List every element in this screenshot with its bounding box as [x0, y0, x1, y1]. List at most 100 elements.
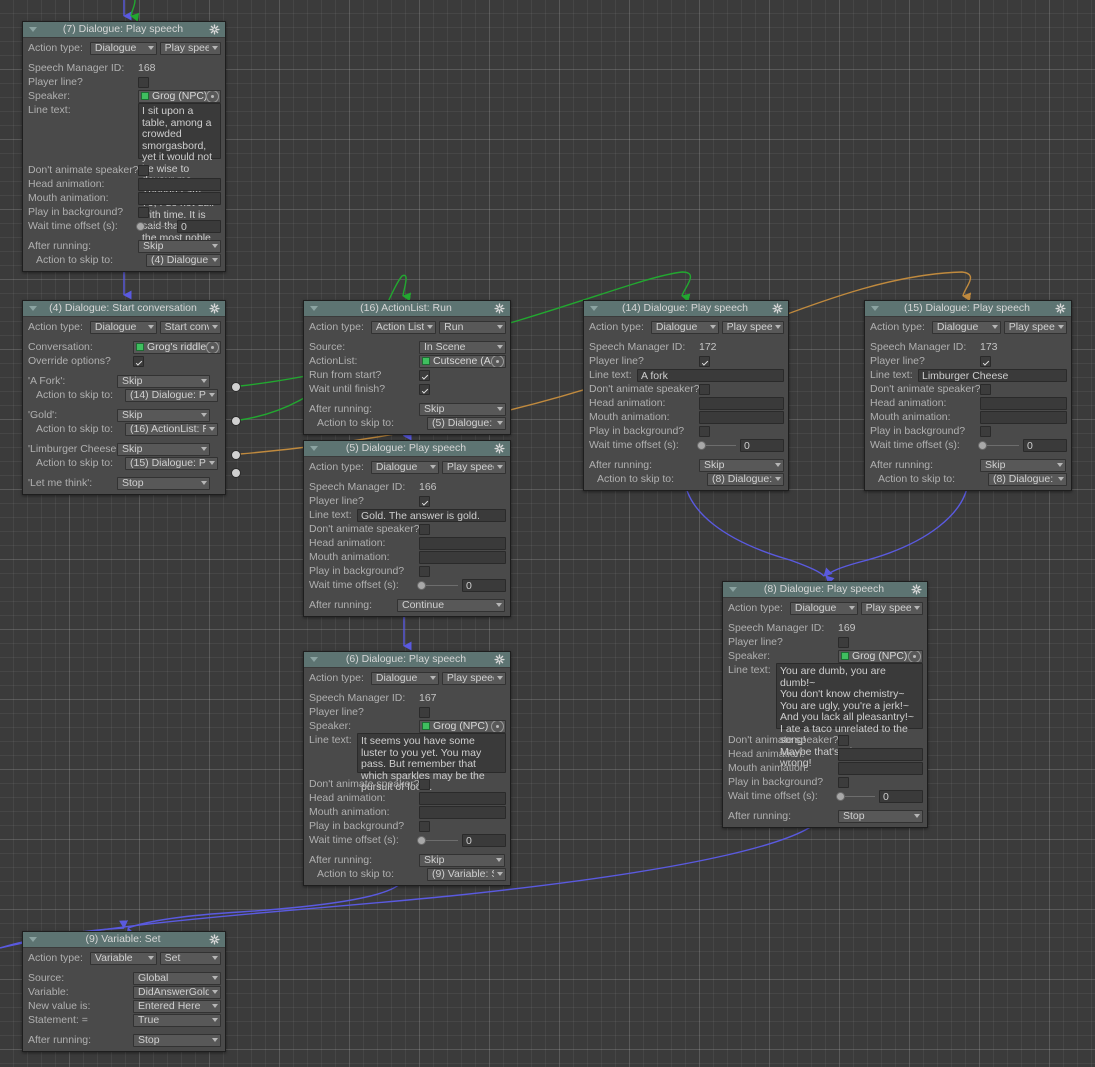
dont-animate-speaker-checkbox[interactable] — [980, 383, 991, 395]
field-head-animation[interactable]: Head animation: — [870, 396, 1067, 410]
option-skip-row-2[interactable]: Action to skip to: (15) Dialogue: Pla — [28, 456, 221, 470]
node-4[interactable]: (4) Dialogue: Start conversation Action … — [22, 300, 226, 495]
action-type-dropdown[interactable]: Dialogue — [931, 320, 1001, 334]
object-picker-icon[interactable] — [908, 650, 921, 662]
action-type-dropdown[interactable]: Dialogue — [89, 320, 157, 334]
object-picker-icon[interactable] — [206, 90, 219, 102]
mouth-animation-input[interactable] — [838, 761, 923, 775]
statement-dropdown[interactable]: True — [133, 1013, 221, 1027]
after-running-dropdown[interactable]: Continue — [397, 598, 505, 612]
node-header[interactable]: (14) Dialogue: Play speech — [584, 301, 788, 317]
object-picker-icon[interactable] — [206, 341, 219, 353]
node-6[interactable]: (6) Dialogue: Play speech Action type: D… — [303, 651, 511, 886]
field-player-line[interactable]: Player line? — [28, 75, 221, 89]
wait-until-finish-checkbox[interactable] — [419, 383, 430, 395]
field-mouth-animation[interactable]: Mouth animation: — [309, 550, 506, 564]
action-to-skip-to-dropdown[interactable]: (4) Dialogue: Star — [146, 253, 221, 267]
field-line-text[interactable]: Line text: Gold. The answer is gold. — [309, 508, 506, 522]
action-subtype-dropdown[interactable]: Play speech — [159, 41, 221, 55]
node-header[interactable]: (7) Dialogue: Play speech — [23, 22, 225, 38]
field-after-running[interactable]: After running: Skip — [309, 402, 506, 416]
after-running-dropdown[interactable]: Stop — [838, 809, 923, 823]
head-animation-input[interactable] — [138, 177, 221, 191]
field-wait-time-offset[interactable]: Wait time offset (s): 0 — [28, 219, 221, 233]
wait-time-offset-input[interactable]: 0 — [879, 789, 923, 803]
option-skip-to-dropdown[interactable]: (15) Dialogue: Pla — [125, 456, 218, 470]
collapse-triangle-icon[interactable] — [590, 306, 598, 311]
gear-icon[interactable] — [494, 303, 505, 314]
option-after-running-dropdown[interactable]: Stop — [117, 476, 210, 490]
field-source[interactable]: Source: Global — [28, 971, 221, 985]
action-type-dropdown[interactable]: Variable — [89, 951, 157, 965]
source-dropdown[interactable]: Global — [133, 971, 221, 985]
node-9[interactable]: (9) Variable: Set Action type: Variable … — [22, 931, 226, 1052]
play-in-background-checkbox[interactable] — [419, 820, 430, 832]
node-header[interactable]: (16) ActionList: Run — [304, 301, 510, 317]
field-statement[interactable]: Statement: = True — [28, 1013, 221, 1027]
play-in-background-checkbox[interactable] — [699, 425, 710, 437]
action-subtype-dropdown[interactable]: Play speech — [1003, 320, 1067, 334]
after-running-dropdown[interactable]: Skip — [980, 458, 1066, 472]
node-8[interactable]: (8) Dialogue: Play speech Action type: D… — [722, 581, 928, 828]
action-type-dropdown[interactable]: Dialogue — [650, 320, 719, 334]
field-run-from-start[interactable]: Run from start? — [309, 368, 506, 382]
speaker-object-field[interactable]: Grog (NPC) — [419, 719, 506, 733]
field-line-text[interactable]: Line text: It seems you have some luster… — [309, 733, 506, 793]
dont-animate-speaker-checkbox[interactable] — [419, 778, 430, 790]
field-action-type[interactable]: Action type: Action List Run — [309, 320, 506, 334]
option-skip-to-dropdown[interactable]: (16) ActionList: Ru — [125, 422, 218, 436]
actionlist-object-field[interactable]: Cutscene (AC_T — [419, 354, 506, 368]
field-action-type[interactable]: Action type: Dialogue Play speech — [589, 320, 784, 334]
mouth-animation-input[interactable] — [699, 410, 784, 424]
mouth-animation-input[interactable] — [138, 191, 221, 205]
node-header[interactable]: (4) Dialogue: Start conversation — [23, 301, 225, 317]
field-dont-animate-speaker[interactable]: Don't animate speaker? — [728, 733, 923, 747]
player-line-checkbox[interactable] — [419, 495, 430, 507]
field-head-animation[interactable]: Head animation: — [309, 791, 506, 805]
field-after-running[interactable]: After running: Stop — [728, 809, 923, 823]
line-text-input[interactable]: A fork — [637, 368, 784, 382]
node-5[interactable]: (5) Dialogue: Play speech Action type: D… — [303, 440, 511, 617]
field-line-text[interactable]: Line text: I sit upon a table, among a c… — [28, 103, 221, 255]
conversation-object-field[interactable]: Grog's riddle (Co — [133, 340, 221, 354]
wait-time-offset-input[interactable]: 0 — [462, 833, 506, 847]
action-type-dropdown[interactable]: Dialogue — [789, 601, 858, 615]
field-player-line[interactable]: Player line? — [309, 494, 506, 508]
action-subtype-dropdown[interactable]: Set — [159, 951, 221, 965]
field-after-running[interactable]: After running: Skip — [28, 239, 221, 253]
line-text-area[interactable]: It seems you have some luster to you yet… — [357, 733, 506, 793]
field-speaker[interactable]: Speaker: Grog (NPC) — [28, 89, 221, 103]
after-running-dropdown[interactable]: Skip — [138, 239, 221, 253]
field-action-to-skip-to[interactable]: Action to skip to: (5) Dialogue: Play — [309, 416, 506, 430]
node-header[interactable]: (9) Variable: Set — [23, 932, 225, 948]
action-to-skip-to-dropdown[interactable]: (8) Dialogue: Play — [707, 472, 784, 486]
node-15[interactable]: (15) Dialogue: Play speech Action type: … — [864, 300, 1072, 491]
gear-icon[interactable] — [209, 934, 220, 945]
field-line-text[interactable]: Line text: You are dumb, you are dumb!~ … — [728, 663, 923, 769]
field-override-options[interactable]: Override options? — [28, 354, 221, 368]
field-wait-until-finish[interactable]: Wait until finish? — [309, 382, 506, 396]
collapse-triangle-icon[interactable] — [729, 587, 737, 592]
after-running-dropdown[interactable]: Skip — [419, 402, 506, 416]
action-type-dropdown[interactable]: Action List — [370, 320, 437, 334]
action-subtype-dropdown[interactable]: Run — [439, 320, 506, 334]
field-action-type[interactable]: Action type: Dialogue Play speech — [309, 671, 506, 685]
collapse-triangle-icon[interactable] — [310, 306, 318, 311]
field-after-running[interactable]: After running: Continue — [309, 598, 506, 612]
play-in-background-checkbox[interactable] — [419, 565, 430, 577]
field-line-text[interactable]: Line text: A fork — [589, 368, 784, 382]
line-text-input[interactable]: Limburger Cheese — [918, 368, 1067, 382]
collapse-triangle-icon[interactable] — [29, 27, 37, 32]
field-mouth-animation[interactable]: Mouth animation: — [28, 191, 221, 205]
field-wait-time-offset[interactable]: Wait time offset (s): 0 — [309, 833, 506, 847]
dont-animate-speaker-checkbox[interactable] — [699, 383, 710, 395]
option-after-running-dropdown[interactable]: Skip — [117, 442, 210, 456]
wait-time-offset-slider[interactable] — [136, 221, 173, 232]
dont-animate-speaker-checkbox[interactable] — [419, 523, 430, 535]
field-new-value-is[interactable]: New value is: Entered Here — [28, 999, 221, 1013]
action-subtype-dropdown[interactable]: Play speech — [860, 601, 923, 615]
field-player-line[interactable]: Player line? — [870, 354, 1067, 368]
gear-icon[interactable] — [911, 584, 922, 595]
collapse-triangle-icon[interactable] — [871, 306, 879, 311]
field-line-text[interactable]: Line text: Limburger Cheese — [870, 368, 1067, 382]
